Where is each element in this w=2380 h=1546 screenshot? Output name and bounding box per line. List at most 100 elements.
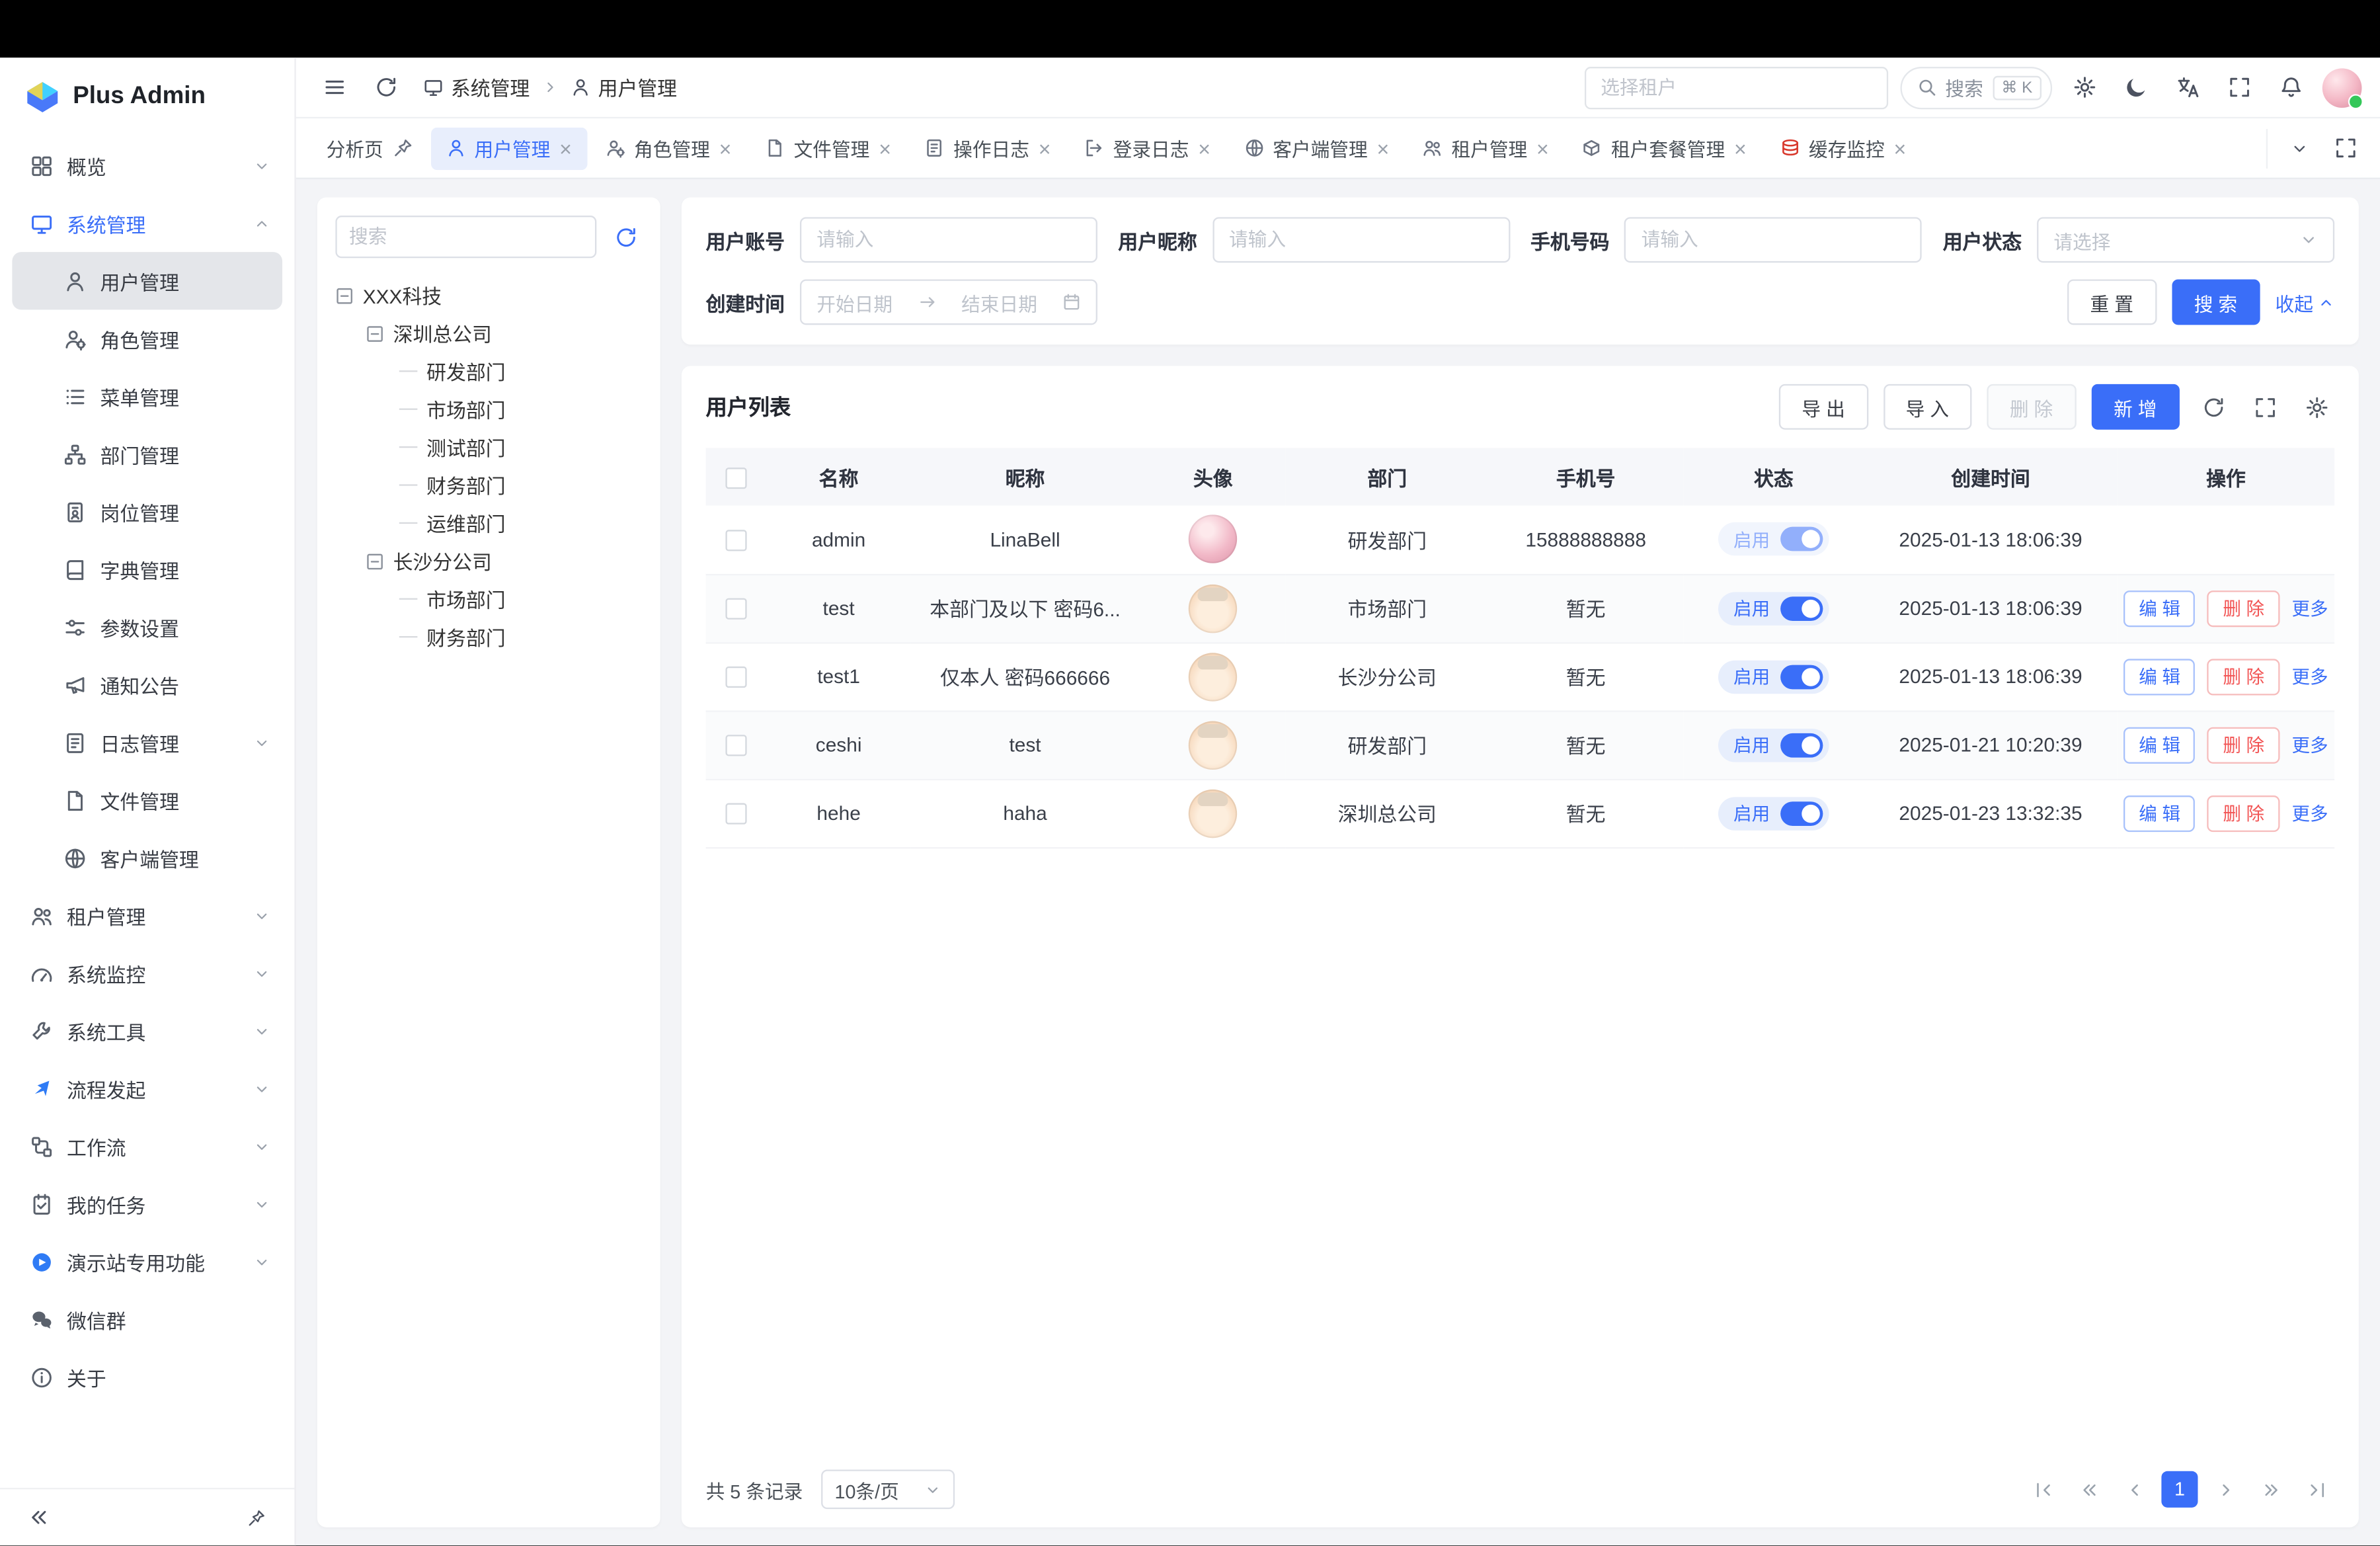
- sidebar-item-6[interactable]: 岗位管理: [12, 483, 282, 540]
- sidebar-pin-button[interactable]: [237, 1498, 276, 1537]
- last-page-button[interactable]: [2298, 1471, 2334, 1508]
- tab-close-icon[interactable]: ×: [719, 138, 732, 159]
- sidebar-item-16[interactable]: 流程发起: [12, 1060, 282, 1118]
- page-1-button[interactable]: 1: [2161, 1471, 2198, 1508]
- tab-9[interactable]: 缓存监控×: [1765, 127, 1921, 169]
- sidebar-item-17[interactable]: 工作流: [12, 1118, 282, 1175]
- tree-expander-icon[interactable]: [335, 286, 354, 305]
- tab-6[interactable]: 客户端管理×: [1229, 127, 1405, 169]
- tree-node-6[interactable]: 运维部门: [335, 504, 642, 542]
- tree-node-8[interactable]: 市场部门: [335, 580, 642, 618]
- row-more-link[interactable]: 更多: [2291, 663, 2328, 689]
- sidebar-item-1[interactable]: 系统管理: [12, 194, 282, 252]
- tree-expander-icon[interactable]: [366, 324, 384, 343]
- tab-close-icon[interactable]: ×: [1377, 138, 1390, 159]
- row-checkbox[interactable]: [726, 803, 747, 825]
- sidebar-item-2[interactable]: 用户管理: [12, 252, 282, 309]
- sidebar-item-9[interactable]: 通知公告: [12, 656, 282, 713]
- tree-node-4[interactable]: 测试部门: [335, 428, 642, 466]
- row-delete-button[interactable]: 删 除: [2207, 658, 2280, 694]
- tree-search-input[interactable]: [335, 216, 596, 258]
- theme-toggle-button[interactable]: [2116, 67, 2156, 107]
- tab-close-icon[interactable]: ×: [1198, 138, 1210, 159]
- next-page-button[interactable]: [2207, 1471, 2243, 1508]
- row-more-link[interactable]: 更多: [2291, 800, 2328, 826]
- notifications-button[interactable]: [2271, 67, 2311, 107]
- sidebar-collapse-button[interactable]: [19, 1498, 58, 1537]
- filter-0-input[interactable]: [800, 217, 1097, 263]
- breadcrumb-item-system[interactable]: 系统管理: [424, 73, 530, 102]
- tab-close-icon[interactable]: ×: [1894, 138, 1907, 159]
- sidebar-item-11[interactable]: 文件管理: [12, 771, 282, 829]
- row-more-link[interactable]: 更多: [2291, 595, 2328, 621]
- row-delete-button[interactable]: 删 除: [2207, 590, 2280, 626]
- sidebar-item-5[interactable]: 部门管理: [12, 425, 282, 483]
- sidebar-item-15[interactable]: 系统工具: [12, 1002, 282, 1059]
- column-settings-button[interactable]: [2298, 389, 2334, 425]
- table-refresh-button[interactable]: [2195, 389, 2231, 425]
- user-avatar-button[interactable]: [2322, 67, 2362, 107]
- sidebar-item-4[interactable]: 菜单管理: [12, 368, 282, 425]
- sidebar-item-18[interactable]: 我的任务: [12, 1175, 282, 1233]
- sidebar-item-12[interactable]: 客户端管理: [12, 829, 282, 887]
- row-checkbox[interactable]: [726, 735, 747, 756]
- filter-1-input[interactable]: [1212, 217, 1510, 263]
- tab-1[interactable]: 用户管理×: [430, 127, 587, 169]
- add-button[interactable]: 新 增: [2091, 384, 2180, 430]
- tree-refresh-button[interactable]: [609, 220, 643, 254]
- tree-node-2[interactable]: 研发部门: [335, 352, 642, 390]
- import-button[interactable]: 导 入: [1883, 384, 1971, 430]
- sidebar-item-13[interactable]: 租户管理: [12, 887, 282, 944]
- status-toggle[interactable]: 启用: [1718, 796, 1829, 830]
- sidebar-item-3[interactable]: 角色管理: [12, 309, 282, 367]
- table-fullscreen-button[interactable]: [2246, 389, 2283, 425]
- tab-close-icon[interactable]: ×: [1734, 138, 1747, 159]
- row-checkbox[interactable]: [726, 598, 747, 620]
- tab-close-icon[interactable]: ×: [1039, 138, 1051, 159]
- sidebar-item-0[interactable]: 概览: [12, 137, 282, 194]
- row-edit-button[interactable]: 编 辑: [2123, 658, 2196, 694]
- page-size-select[interactable]: 10条/页: [821, 1469, 955, 1509]
- menu-toggle-button[interactable]: [314, 67, 354, 107]
- sidebar-item-7[interactable]: 字典管理: [12, 540, 282, 598]
- status-toggle[interactable]: 启用: [1718, 591, 1829, 625]
- filter-search-button[interactable]: 搜 索: [2171, 279, 2260, 325]
- content-fullscreen-button[interactable]: [2325, 128, 2365, 168]
- sidebar-item-8[interactable]: 参数设置: [12, 598, 282, 656]
- tab-7[interactable]: 租户管理×: [1408, 127, 1564, 169]
- row-checkbox[interactable]: [726, 667, 747, 688]
- row-more-link[interactable]: 更多: [2291, 732, 2328, 758]
- brand[interactable]: Plus Admin: [0, 58, 294, 130]
- row-delete-button[interactable]: 删 除: [2207, 727, 2280, 763]
- tab-list-dropdown-button[interactable]: [2280, 128, 2319, 168]
- row-checkbox[interactable]: [726, 530, 747, 551]
- select-all-checkbox[interactable]: [726, 468, 747, 489]
- sidebar-item-21[interactable]: 关于: [12, 1348, 282, 1406]
- global-search-button[interactable]: 搜索 ⌘ K: [1899, 66, 2052, 108]
- tree-node-9[interactable]: 财务部门: [335, 618, 642, 655]
- row-edit-button[interactable]: 编 辑: [2123, 727, 2196, 763]
- batch-delete-button[interactable]: 删 除: [1987, 384, 2075, 430]
- tab-close-icon[interactable]: ×: [879, 138, 891, 159]
- sidebar-item-20[interactable]: 微信群: [12, 1291, 282, 1348]
- tree-node-5[interactable]: 财务部门: [335, 466, 642, 504]
- row-edit-button[interactable]: 编 辑: [2123, 590, 2196, 626]
- prev-page-button[interactable]: [2116, 1471, 2153, 1508]
- filter-4-daterange[interactable]: 开始日期结束日期: [800, 279, 1097, 325]
- export-button[interactable]: 导 出: [1779, 384, 1868, 430]
- reset-button[interactable]: 重 置: [2067, 279, 2156, 325]
- tab-0[interactable]: 分析页: [311, 127, 428, 169]
- row-delete-button[interactable]: 删 除: [2207, 795, 2280, 831]
- sidebar-item-19[interactable]: 演示站专用功能: [12, 1233, 282, 1290]
- language-button[interactable]: [2168, 67, 2207, 107]
- page-refresh-button[interactable]: [366, 67, 405, 107]
- sidebar-item-10[interactable]: 日志管理: [12, 713, 282, 771]
- tree-node-7[interactable]: 长沙分公司: [335, 542, 642, 580]
- sidebar-item-14[interactable]: 系统监控: [12, 944, 282, 1002]
- filter-2-input[interactable]: [1624, 217, 1922, 263]
- status-toggle[interactable]: 启用: [1718, 728, 1829, 762]
- prev-pages-button[interactable]: [2071, 1471, 2107, 1508]
- fullscreen-button[interactable]: [2219, 67, 2259, 107]
- filter-3-select[interactable]: 请选择: [2037, 217, 2334, 263]
- next-pages-button[interactable]: [2252, 1471, 2289, 1508]
